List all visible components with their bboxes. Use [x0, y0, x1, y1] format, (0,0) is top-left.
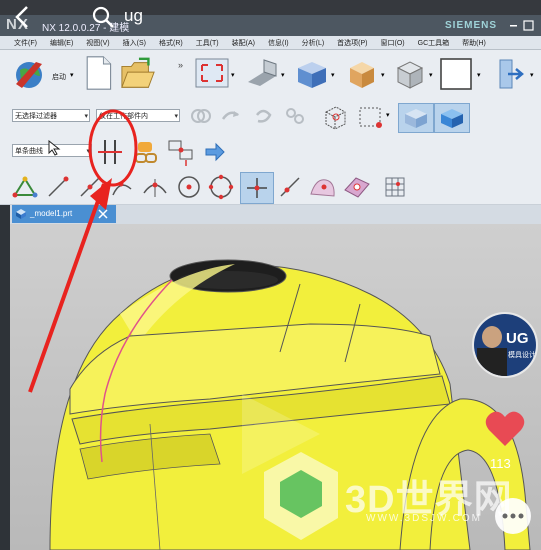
open-folder-icon[interactable] — [120, 56, 156, 92]
window-controls[interactable] — [508, 19, 538, 33]
start-globe-icon[interactable] — [12, 56, 48, 92]
background-view-icon[interactable] — [438, 56, 474, 92]
edge-display-icon[interactable] — [392, 56, 428, 92]
menu-format[interactable]: 格式(R) — [159, 38, 183, 48]
menu-info[interactable]: 信息(I) — [268, 38, 289, 48]
sheet-dropdown-icon[interactable]: ▾ — [281, 71, 285, 79]
host-badge-text: UG — [506, 330, 529, 347]
window-title: NX 12.0.0.27 - 建模 — [42, 23, 130, 34]
watermark-url: WWW.3DSJW.COM — [366, 513, 482, 524]
menu-analysis[interactable]: 分析(L) — [302, 38, 325, 48]
menu-tools[interactable]: 工具(T) — [196, 38, 219, 48]
edge-dropdown-icon[interactable]: ▾ — [429, 71, 433, 79]
export-arrow-icon[interactable] — [494, 56, 530, 92]
menu-window[interactable]: 窗口(O) — [381, 38, 405, 48]
watermark-cube-icon — [264, 452, 338, 540]
view-dropdown-icon[interactable]: ▾ — [231, 71, 235, 79]
fit-view-icon[interactable] — [194, 56, 230, 92]
start-dropdown-icon[interactable]: ▾ — [70, 71, 74, 79]
menu-assembly[interactable]: 装配(A) — [232, 38, 255, 48]
window-titlebar: NX NX 12.0.0.27 - 建模 SIEMENS — [0, 15, 541, 36]
shade-dropdown-icon[interactable]: ▾ — [381, 71, 385, 79]
menu-preferences[interactable]: 首选项(P) — [337, 38, 367, 48]
shaded-part-icon[interactable] — [344, 56, 380, 92]
main-toolbar: 启动 ▾ » ▾ ▾ ▾ ▾ ▾ ▾ ▾ — [0, 50, 541, 101]
block-feature-icon[interactable] — [294, 56, 330, 92]
toolbar-overflow-icon[interactable]: » — [178, 60, 183, 70]
menu-help[interactable]: 帮助(H) — [462, 38, 486, 48]
start-label[interactable]: 启动 — [52, 72, 66, 82]
host-avatar[interactable]: UG 模具设计 — [472, 312, 538, 378]
menu-view[interactable]: 视图(V) — [86, 38, 109, 48]
siemens-brand: SIEMENS — [445, 20, 498, 31]
comment-icon[interactable] — [493, 496, 533, 536]
menu-file[interactable]: 文件(F) — [14, 38, 37, 48]
back-arrow-icon[interactable] — [10, 4, 34, 30]
new-file-icon[interactable] — [80, 55, 116, 91]
search-query[interactable]: ug — [124, 6, 143, 26]
heart-icon[interactable] — [484, 408, 526, 450]
menu-bar: 文件(F) 编辑(E) 视图(V) 插入(S) 格式(R) 工具(T) 装配(A… — [0, 36, 541, 50]
menu-edit[interactable]: 编辑(E) — [50, 38, 73, 48]
red-annotation — [28, 109, 138, 393]
export-dropdown-icon[interactable]: ▾ — [530, 71, 534, 79]
video-overlay-band — [0, 0, 541, 15]
bg-dropdown-icon[interactable]: ▾ — [477, 71, 481, 79]
sheet-metal-icon[interactable] — [244, 56, 280, 92]
search-icon[interactable] — [90, 4, 116, 30]
menu-gc-toolkit[interactable]: GC工具箱 — [418, 38, 450, 48]
feature-dropdown-icon[interactable]: ▾ — [331, 71, 335, 79]
menu-insert[interactable]: 插入(S) — [123, 38, 146, 48]
host-badge-sub: 模具设计 — [508, 352, 536, 359]
